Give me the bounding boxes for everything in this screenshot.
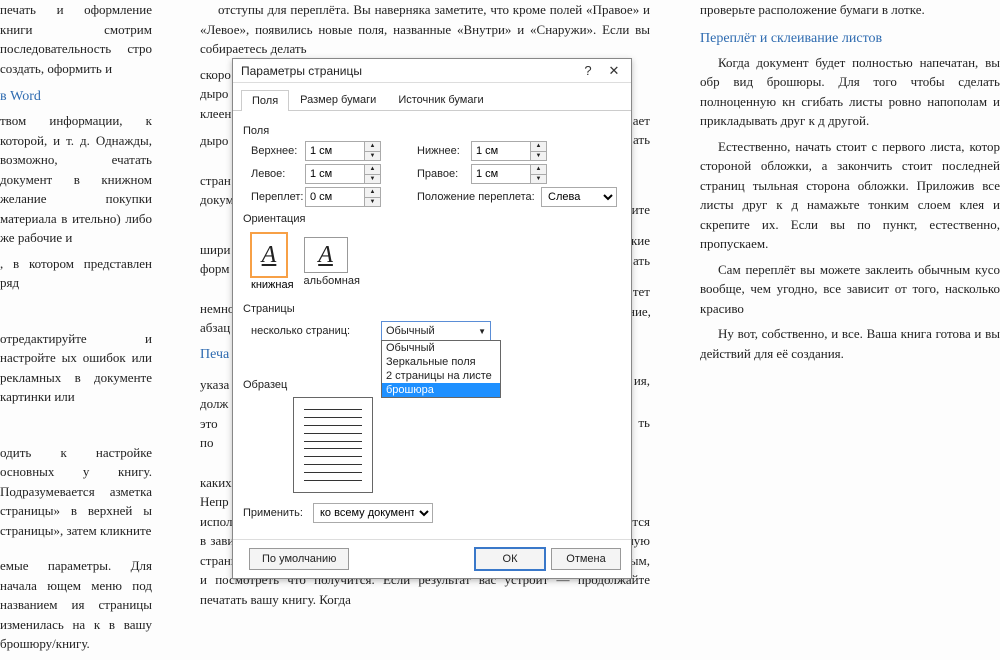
select-gutter-position[interactable]: Слева: [541, 187, 617, 207]
label-apply-to: Применить:: [243, 507, 313, 519]
para: одить к настройке основных у книгу. Подр…: [0, 443, 152, 541]
orientation-portrait[interactable]: А книжная: [251, 233, 294, 291]
dialog-tabs: Поля Размер бумаги Источник бумаги: [233, 83, 631, 111]
spin-down-icon[interactable]: ▼: [365, 198, 380, 207]
chevron-down-icon: ▼: [478, 327, 486, 336]
spin-up-icon[interactable]: ▲: [531, 165, 546, 175]
tab-paper-size[interactable]: Размер бумаги: [289, 89, 387, 110]
para: емые параметры. Для начала ющем меню под…: [0, 556, 152, 654]
para: отредактируйте и настройте ых ошибок или…: [0, 329, 152, 407]
para: , в котором представлен ряд: [0, 254, 152, 293]
ok-button[interactable]: ОК: [475, 548, 545, 570]
spin-up-icon[interactable]: ▲: [365, 142, 380, 152]
label-bottom-margin: Нижнее:: [409, 145, 471, 157]
doc-column-right: проверьте расположение бумаги в лотке. П…: [700, 0, 1000, 369]
para: Ну вот, собственно, и все. Ваша книга го…: [700, 324, 1000, 363]
help-icon[interactable]: ?: [575, 61, 601, 81]
orientation-landscape[interactable]: А альбомная: [304, 233, 360, 291]
label-multiple-pages: несколько страниц:: [251, 325, 381, 337]
spin-down-icon[interactable]: ▼: [365, 152, 380, 161]
para: печать и оформление книги смотрим послед…: [0, 0, 152, 78]
para: отступы для переплёта. Вы наверняка заме…: [200, 0, 650, 59]
page-setup-dialog: Параметры страницы ? ✕ Поля Размер бумаг…: [232, 58, 632, 579]
dropdown-option-two-per-sheet[interactable]: 2 страницы на листе: [382, 369, 500, 383]
label-right-margin: Правое:: [409, 168, 471, 180]
dialog-title: Параметры страницы: [241, 64, 575, 78]
input-bottom-margin[interactable]: ▲▼: [471, 141, 547, 161]
group-orientation: Ориентация: [243, 213, 621, 225]
spin-up-icon[interactable]: ▲: [365, 165, 380, 175]
spin-up-icon[interactable]: ▲: [365, 188, 380, 198]
sample-preview: [293, 397, 373, 493]
select-apply-to[interactable]: ко всему документу: [313, 503, 433, 523]
select-multiple-pages[interactable]: Обычный ▼: [381, 321, 491, 341]
group-margins: Поля: [243, 125, 621, 137]
input-left-margin[interactable]: ▲▼: [305, 164, 381, 184]
dropdown-option-mirror[interactable]: Зеркальные поля: [382, 355, 500, 369]
dropdown-option-booklet[interactable]: брошюра: [382, 383, 500, 397]
section-heading: Переплёт и склеивание листов: [700, 28, 1000, 49]
label-top-margin: Верхнее:: [243, 145, 305, 157]
dropdown-option-normal[interactable]: Обычный: [382, 341, 500, 355]
section-heading: в Word: [0, 86, 152, 107]
spin-down-icon[interactable]: ▼: [531, 175, 546, 184]
para: проверьте расположение бумаги в лотке.: [700, 0, 1000, 20]
input-right-margin[interactable]: ▲▼: [471, 164, 547, 184]
para: Когда документ будет полностью напечатан…: [700, 53, 1000, 131]
dropdown-multiple-pages: Обычный Зеркальные поля 2 страницы на ли…: [381, 340, 501, 398]
spin-down-icon[interactable]: ▼: [531, 152, 546, 161]
para: Естественно, начать стоит с первого лист…: [700, 137, 1000, 254]
input-top-margin[interactable]: ▲▼: [305, 141, 381, 161]
para: твом информации, к которой, и т. д. Одна…: [0, 111, 152, 248]
close-icon[interactable]: ✕: [601, 61, 627, 81]
para: Сам переплёт вы можете заклеить обычным …: [700, 260, 1000, 319]
default-button[interactable]: По умолчанию: [249, 548, 349, 570]
label-gutter: Переплет:: [243, 191, 305, 203]
tab-paper-source[interactable]: Источник бумаги: [387, 89, 494, 110]
label-left-margin: Левое:: [243, 168, 305, 180]
doc-column-left: печать и оформление книги смотрим послед…: [0, 0, 160, 660]
cancel-button[interactable]: Отмена: [551, 548, 621, 570]
dialog-titlebar[interactable]: Параметры страницы ? ✕: [233, 59, 631, 83]
tab-fields[interactable]: Поля: [241, 90, 289, 111]
label-gutter-position: Положение переплета:: [409, 191, 541, 203]
input-gutter[interactable]: ▲▼: [305, 187, 381, 207]
spin-down-icon[interactable]: ▼: [365, 175, 380, 184]
spin-up-icon[interactable]: ▲: [531, 142, 546, 152]
group-pages: Страницы: [243, 303, 621, 315]
